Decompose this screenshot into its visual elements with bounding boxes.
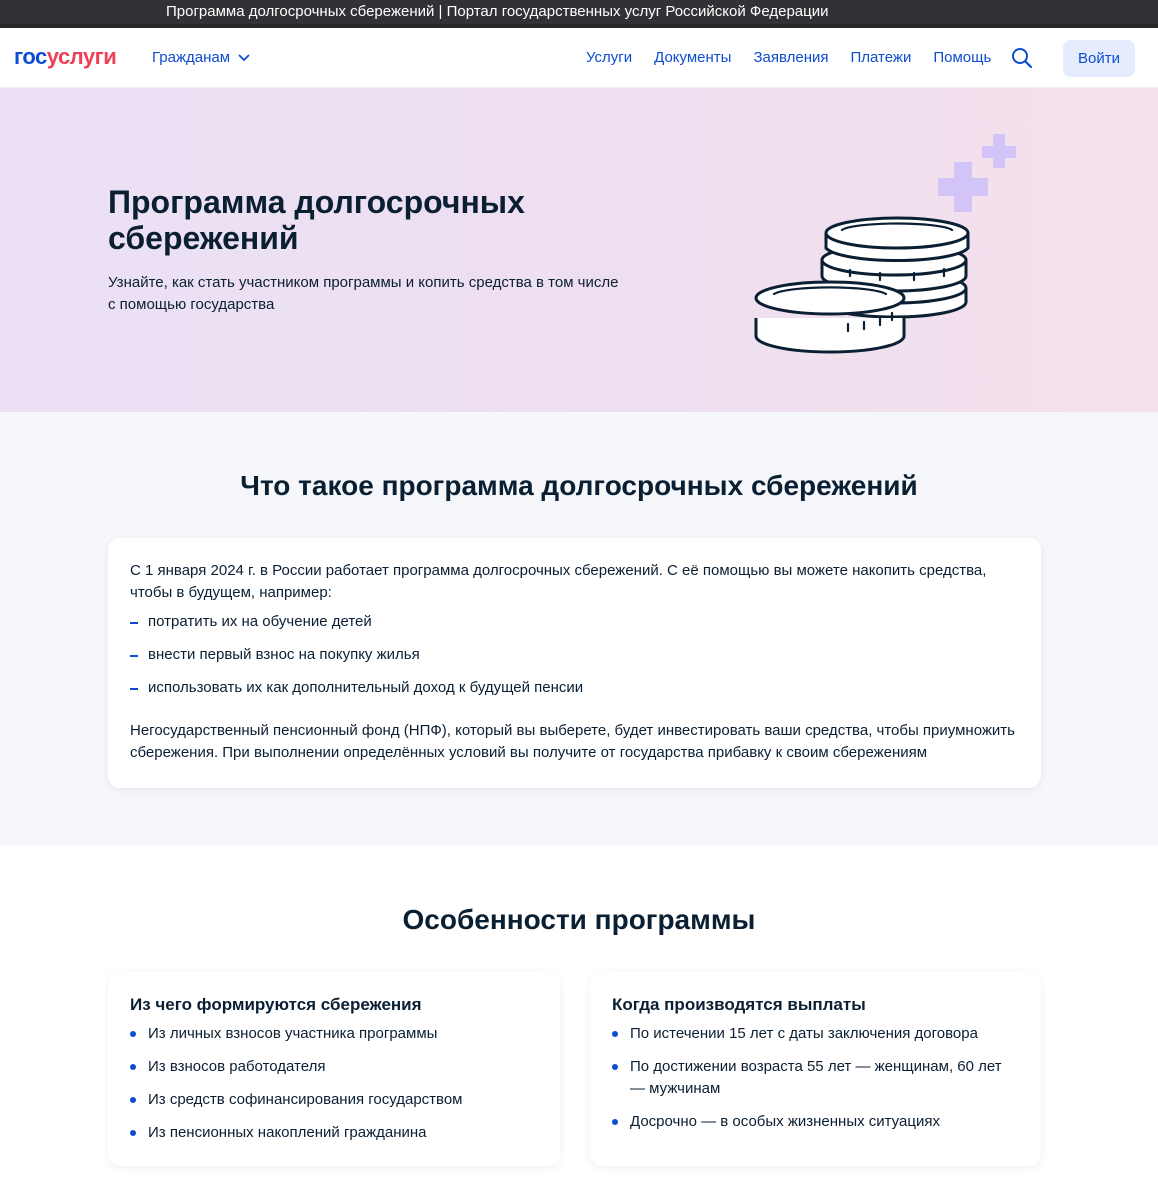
- login-button[interactable]: Войти: [1063, 40, 1135, 77]
- search-icon[interactable]: [1010, 46, 1034, 70]
- about-card: С 1 января 2024 г. в России работает про…: [108, 538, 1041, 788]
- window-titlebar: Программа долгосрочных сбережений | Порт…: [0, 0, 1158, 28]
- list-item: Из взносов работодателя: [130, 1056, 538, 1078]
- features-section: Особенности программы Из чего формируютс…: [0, 846, 1158, 1200]
- payouts-card: Когда производятся выплаты По истечении …: [590, 972, 1041, 1166]
- coins-illustration: [754, 134, 1016, 354]
- main-nav: Услуги Документы Заявления Платежи Помощ…: [586, 48, 1013, 68]
- features-title: Особенности программы: [402, 904, 756, 935]
- about-list: потратить их на обучение детей внести пе…: [130, 611, 1019, 699]
- nav-services[interactable]: Услуги: [586, 48, 632, 68]
- logo-part-gos: гос: [14, 44, 47, 69]
- list-item: Досрочно — в особых жизненных ситуациях: [612, 1111, 1019, 1133]
- list-item: Из средств софинансирования государством: [130, 1089, 538, 1111]
- about-outro: Негосударственный пенсионный фонд (НПФ),…: [130, 722, 1015, 761]
- list-item: Из пенсионных накоплений гражданина: [130, 1122, 538, 1144]
- small-plus-icon: [982, 134, 1016, 168]
- nav-applications[interactable]: Заявления: [753, 48, 828, 68]
- list-item: использовать их как дополнительный доход…: [130, 677, 1019, 699]
- site-header: госуслуги Гражданам Услуги Документы Зая…: [0, 28, 1158, 88]
- nav-payments[interactable]: Платежи: [851, 48, 912, 68]
- list-item: По истечении 15 лет с даты заключения до…: [612, 1023, 1019, 1045]
- about-section: Что такое программа долгосрочных сбереже…: [0, 412, 1158, 846]
- gosuslugi-logo[interactable]: госуслуги: [14, 44, 117, 70]
- hero-banner: Программа долгосрочных сбережений Узнайт…: [0, 88, 1158, 412]
- window-title: Программа долгосрочных сбережений | Порт…: [166, 3, 829, 20]
- savings-sources-card: Из чего формируются сбережения Из личных…: [108, 972, 560, 1166]
- logo-part-uslugi: услуги: [46, 44, 117, 69]
- payouts-list: По истечении 15 лет с даты заключения до…: [612, 1023, 1019, 1133]
- chevron-down-icon: [238, 54, 250, 61]
- savings-sources-list: Из личных взносов участника программы Из…: [130, 1023, 538, 1144]
- list-item: По достижении возраста 55 лет — женщинам…: [612, 1056, 1019, 1100]
- plus-icon: [938, 162, 988, 212]
- nav-help[interactable]: Помощь: [933, 48, 991, 68]
- list-item: потратить их на обучение детей: [130, 611, 1019, 633]
- citizens-label: Гражданам: [152, 49, 231, 66]
- payouts-title: Когда производятся выплаты: [612, 995, 866, 1014]
- about-title: Что такое программа долгосрочных сбереже…: [240, 470, 918, 501]
- about-intro: С 1 января 2024 г. в России работает про…: [130, 562, 987, 601]
- citizens-dropdown[interactable]: Гражданам: [152, 48, 250, 68]
- list-item: Из личных взносов участника программы: [130, 1023, 538, 1045]
- savings-sources-title: Из чего формируются сбережения: [130, 995, 422, 1014]
- hero-subtitle: Узнайте, как стать участником программы …: [108, 274, 619, 313]
- hero-title: Программа долгосрочных сбережений: [108, 184, 525, 256]
- nav-documents[interactable]: Документы: [654, 48, 731, 68]
- list-item: внести первый взнос на покупку жилья: [130, 644, 1019, 666]
